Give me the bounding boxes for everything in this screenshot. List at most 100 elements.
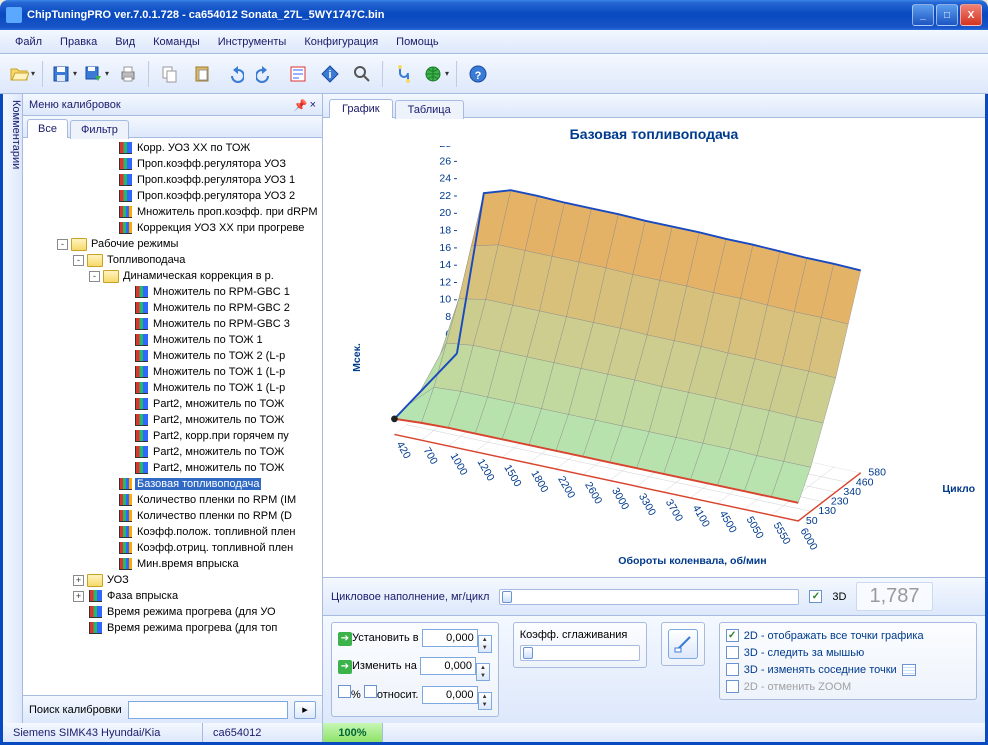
opt3-checkbox[interactable] (726, 663, 739, 676)
panel-title: Меню калибровок (29, 99, 121, 111)
relative-checkbox[interactable] (364, 685, 377, 698)
tree-item[interactable]: Множитель по ТОЖ 1 (L-p (23, 364, 322, 380)
menu-commands[interactable]: Команды (146, 33, 207, 51)
help-button[interactable]: ? (464, 60, 492, 88)
svg-text:12: 12 (439, 276, 451, 288)
search-input[interactable] (128, 701, 288, 719)
chart-icon (133, 317, 149, 331)
grid-icon[interactable] (902, 664, 916, 676)
print-button[interactable] (114, 60, 142, 88)
tree-item[interactable]: Множитель по RPM-GBC 3 (23, 316, 322, 332)
close-button[interactable]: X (960, 4, 982, 26)
tree-item[interactable]: Время режима прогрева (для УО (23, 604, 322, 620)
search-go-button[interactable]: ▸ (294, 701, 316, 719)
svg-text:420: 420 (394, 440, 413, 461)
app-icon (6, 7, 22, 23)
smooth-slider[interactable] (520, 645, 640, 661)
change-input[interactable] (420, 657, 476, 675)
tree-item[interactable]: Множитель по RPM-GBC 2 (23, 300, 322, 316)
chart2-icon (117, 493, 133, 507)
filter-tabs: Все Фильтр (23, 116, 322, 138)
percent-spinner[interactable]: ▲▼ (478, 692, 492, 710)
tree-item[interactable]: Множитель по ТОЖ 2 (L-p (23, 348, 322, 364)
set-spinner[interactable]: ▲▼ (478, 635, 492, 653)
copy-button[interactable] (156, 60, 184, 88)
tree-item[interactable]: +УОЗ (23, 572, 322, 588)
tab-all[interactable]: Все (27, 119, 68, 138)
paste-button[interactable] (188, 60, 216, 88)
tree-item[interactable]: Коэфф.полож. топливной плен (23, 524, 322, 540)
menu-config[interactable]: Конфигурация (297, 33, 385, 51)
redo-button[interactable] (252, 60, 280, 88)
tree-item-label: УОЗ (105, 574, 131, 586)
percent-input[interactable] (422, 686, 478, 704)
tree-item[interactable]: Проп.коэфф.регулятора УОЗ (23, 156, 322, 172)
tree-item[interactable]: Part2, корр.при горячем пу (23, 428, 322, 444)
percent-checkbox[interactable] (338, 685, 351, 698)
tree-item[interactable]: -Динамическая коррекция в р. (23, 268, 322, 284)
set-arrow-icon: ➔ (338, 632, 352, 646)
3d-checkbox[interactable]: ✓ (809, 590, 822, 603)
tree-item[interactable]: Коэфф.отриц. топливной плен (23, 540, 322, 556)
undo-button[interactable] (220, 60, 248, 88)
opt2-checkbox[interactable] (726, 646, 739, 659)
set-input[interactable] (422, 629, 478, 647)
y-slider[interactable] (499, 589, 799, 605)
smooth-apply-button[interactable] (668, 629, 698, 659)
menu-file[interactable]: Файл (8, 33, 49, 51)
tree-item[interactable]: Множитель по ТОЖ 1 (23, 332, 322, 348)
menu-tools[interactable]: Инструменты (211, 33, 294, 51)
menubar: Файл Правка Вид Команды Инструменты Конф… (0, 30, 988, 54)
tree-item[interactable]: -Топливоподача (23, 252, 322, 268)
save-as-button[interactable] (82, 60, 110, 88)
tree-item-label: Время режима прогрева (для топ (105, 622, 279, 634)
chart-icon (87, 605, 103, 619)
tree-item[interactable]: Базовая топливоподача (23, 476, 322, 492)
tree-item[interactable]: Мин.время впрыска (23, 556, 322, 572)
menu-view[interactable]: Вид (108, 33, 142, 51)
control-strip-1: Цикловое наполнение, мг/цикл ✓ 3D 1,787 (323, 577, 985, 615)
globe-button[interactable] (422, 60, 450, 88)
tree-item[interactable]: -Рабочие режимы (23, 236, 322, 252)
change-spinner[interactable]: ▲▼ (476, 663, 490, 681)
tab-graph[interactable]: График (329, 99, 393, 118)
tree-item[interactable]: Проп.коэфф.регулятора УОЗ 1 (23, 172, 322, 188)
tree-item[interactable]: Part2, множитель по ТОЖ (23, 412, 322, 428)
tree-item[interactable]: Время режима прогрева (для топ (23, 620, 322, 636)
menu-help[interactable]: Помощь (389, 33, 446, 51)
tree-item[interactable]: Множитель по RPM-GBC 1 (23, 284, 322, 300)
svg-text:26: 26 (439, 155, 451, 167)
tree-item[interactable]: Коррекция УОЗ XX при прогреве (23, 220, 322, 236)
connect-button[interactable] (390, 60, 418, 88)
properties-button[interactable] (284, 60, 312, 88)
surface-chart[interactable]: 3230282624222018161412108642 Мсек. 42070… (333, 146, 975, 569)
comments-sidetab[interactable]: Комментарии (3, 94, 23, 723)
minimize-button[interactable]: _ (912, 4, 934, 26)
tree-item[interactable]: Множитель по ТОЖ 1 (L-p (23, 380, 322, 396)
zoom-button[interactable] (348, 60, 376, 88)
tree-item[interactable]: Количество пленки по RPM (D (23, 508, 322, 524)
menu-edit[interactable]: Правка (53, 33, 104, 51)
tree-item[interactable]: Корр. УОЗ XX по ТОЖ (23, 140, 322, 156)
tree-item[interactable]: Part2, множитель по ТОЖ (23, 396, 322, 412)
pin-icon[interactable]: 📌 (294, 99, 306, 111)
maximize-button[interactable]: □ (936, 4, 958, 26)
save-button[interactable] (50, 60, 78, 88)
opt1-checkbox[interactable]: ✓ (726, 629, 739, 642)
chart-icon (117, 173, 133, 187)
tab-filter[interactable]: Фильтр (70, 120, 129, 139)
tree-item[interactable]: Количество пленки по RPM (IM (23, 492, 322, 508)
tree-item[interactable]: Проп.коэфф.регулятора УОЗ 2 (23, 188, 322, 204)
tree-item[interactable]: +Фаза впрыска (23, 588, 322, 604)
info-button[interactable]: i (316, 60, 344, 88)
open-button[interactable] (8, 60, 36, 88)
tree-item[interactable]: Part2, множитель по ТОЖ (23, 444, 322, 460)
calibrations-tree[interactable]: Корр. УОЗ XX по ТОЖПроп.коэфф.регулятора… (23, 138, 322, 695)
panel-close-icon[interactable]: × (310, 99, 316, 111)
tree-item[interactable]: Множитель проп.коэфф. при dRPM (23, 204, 322, 220)
smooth-apply-group (661, 622, 705, 666)
tree-item[interactable]: Part2, множитель по ТОЖ (23, 460, 322, 476)
tab-table[interactable]: Таблица (395, 100, 464, 119)
smooth-label: Коэфф. сглаживания (520, 629, 628, 641)
svg-text:Цикловое: Цикловое (942, 483, 975, 495)
